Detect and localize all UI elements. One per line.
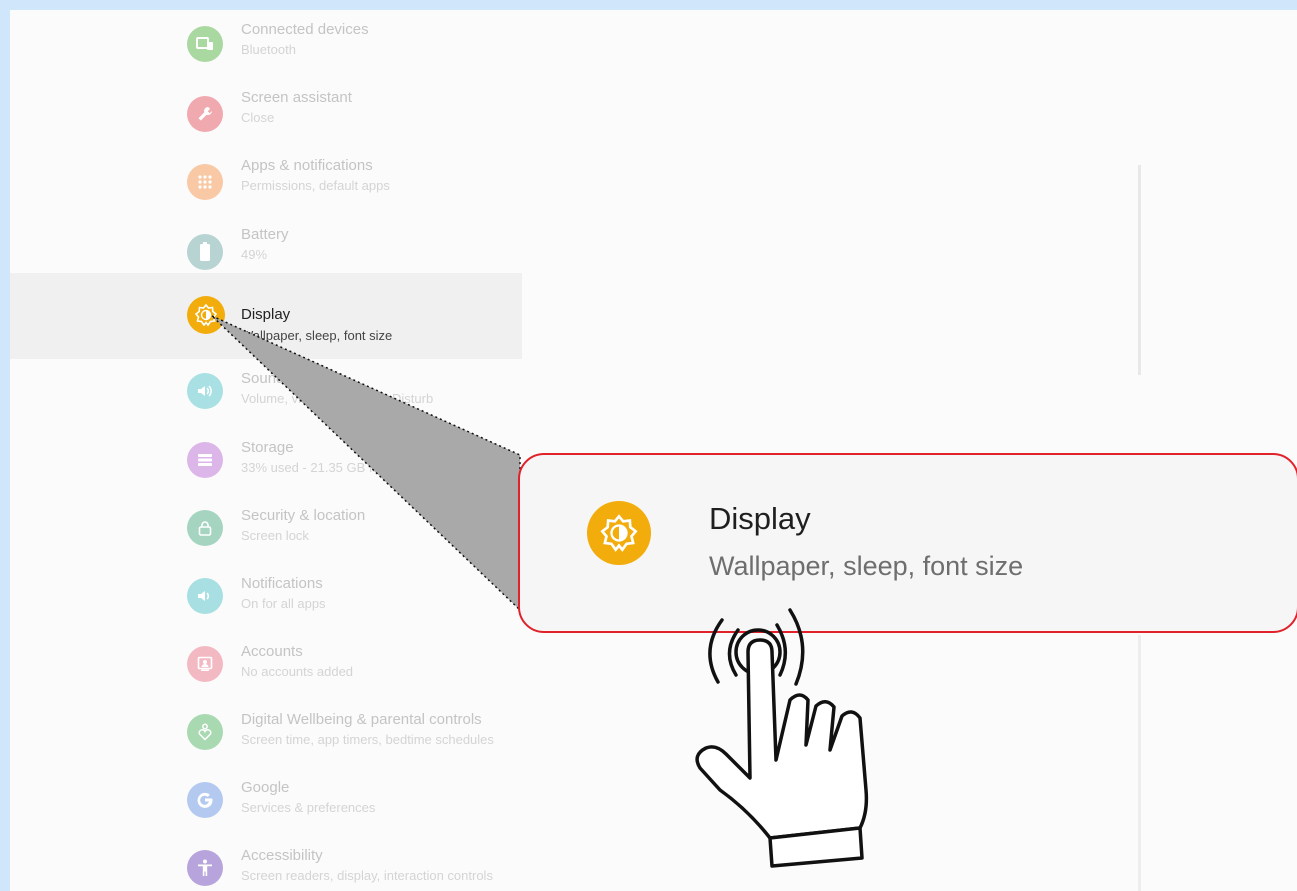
tap-hand-icon [695,608,869,868]
